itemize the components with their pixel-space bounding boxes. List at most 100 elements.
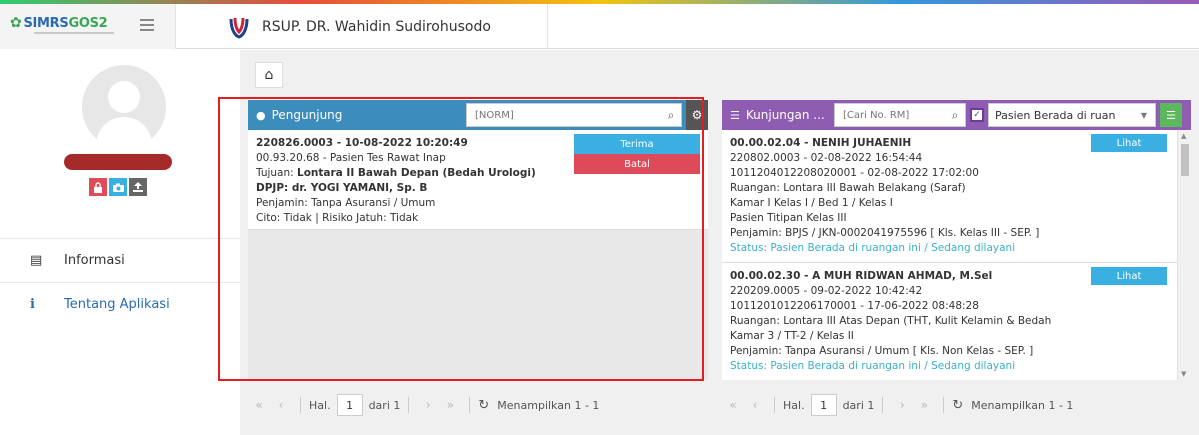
page-label: Hal. [309,398,331,412]
list-icon: ☰ [730,108,740,122]
divider [882,397,884,413]
norm-search: ⌕ [466,103,682,127]
status-filter-value: Pasien Berada di ruan [995,108,1116,122]
last-page-icon[interactable]: » [913,398,935,412]
next-page-icon[interactable]: › [891,398,913,412]
panel-title-text: Pengunjung [271,108,343,122]
search-icon[interactable]: ⌕ [945,108,965,123]
penjamin-line: Penjamin: BPJS / JKN-0002041975596 [ Kls… [730,227,1040,239]
first-page-icon[interactable]: « [248,398,270,412]
norm-search-input[interactable] [467,104,661,126]
divider [300,397,301,413]
ruangan-line: Ruangan: Lontara III Atas Depan (THT, Ku… [730,315,1052,327]
kamar-line: Kamar I Kelas I / Bed 1 / Kelas I [730,197,893,209]
kunjungan-card: 00.00.02.04 - NENIH JUHAENIH 220802.0003… [722,130,1191,263]
user-avatar [82,65,166,149]
sidebar-item-label: Informasi [64,253,125,268]
rm-search-input[interactable] [835,104,945,126]
page-total: dari 1 [368,398,401,412]
registration-line: 220802.0003 - 02-08-2022 16:54:44 [730,152,923,164]
status-line: Status: Pasien Berada di ruangan ini / S… [730,242,1016,254]
first-page-icon[interactable]: « [722,398,744,412]
sidebar-item-tentang-aplikasi[interactable]: i Tentang Aplikasi [0,282,240,326]
kunjungan-card: 00.00.02.30 - A MUH RIDWAN AHMAD, M.Sel … [722,263,1191,380]
divider [469,397,471,413]
upload-icon[interactable] [129,178,147,196]
filter-checkbox[interactable]: ✓ [970,108,984,122]
tujuan-label: Tujuan: [256,167,298,179]
next-page-icon[interactable]: › [417,398,439,412]
kamar-line: Kamar 3 / TT-2 / Kelas II [730,330,854,342]
sidebar-menu: ▤ Informasi i Tentang Aplikasi [0,238,240,326]
menu-toggle-icon[interactable] [140,19,154,33]
cito-line: Cito: Tidak | Risiko Jatuh: Tidak [256,212,419,224]
list-view-button[interactable]: ☰ [1160,103,1182,127]
refresh-icon[interactable]: ↻ [478,398,489,413]
user-name-redacted [64,154,172,170]
scroll-up-icon[interactable]: ▲ [1181,132,1186,140]
page-number-input[interactable]: 1 [810,394,837,416]
user-icon: ● [256,108,266,122]
logo-mark-icon: ✿ [10,15,22,31]
logo-text-suffix: GOS2 [68,16,108,31]
titipan-line: Pasien Titipan Kelas III [730,212,847,224]
search-icon[interactable]: ⌕ [661,108,681,123]
penjamin-line: Penjamin: Tanpa Asuransi / Umum [256,197,436,209]
status-filter-select[interactable]: Pasien Berada di ruan ▼ [988,103,1156,127]
list-icon: ☰ [1166,108,1176,122]
sidebar: ▤ Informasi i Tentang Aplikasi [0,50,240,435]
lock-icon[interactable] [89,178,107,196]
kunjungan-title: ☰ Kunjungan ... [722,108,832,122]
page-label: Hal. [783,398,805,412]
rm-search: ⌕ [834,103,966,127]
avatar-actions [89,178,147,196]
tujuan-value: Lontara II Bawah Depan (Bedah Urologi) [297,167,536,179]
kunjungan-pager: « ‹ Hal. 1 dari 1 › » ↻ Menampilkan 1 - … [722,390,1199,420]
kunjungan-header: ☰ Kunjungan ... ⌕ ✓ Pasien Berada di rua… [722,100,1191,130]
hospital-title: RSUP. DR. Wahidin Sudirohusodo [228,14,491,40]
page-number-input[interactable]: 1 [336,394,363,416]
pengunjung-pager: « ‹ Hal. 1 dari 1 › » ↻ Menampilkan 1 - … [248,390,720,420]
chevron-down-icon: ▼ [1140,110,1147,120]
hospital-logo-icon [229,17,249,39]
lihat-button[interactable]: Lihat [1091,267,1167,285]
camera-icon[interactable] [109,178,127,196]
prev-page-icon[interactable]: ‹ [270,398,292,412]
app-logo[interactable]: ✿ SIMRSGOS2 [10,15,108,31]
prev-page-icon[interactable]: ‹ [744,398,766,412]
sidebar-item-informasi[interactable]: ▤ Informasi [0,238,240,282]
home-button[interactable]: ⌂ [255,62,283,88]
home-icon: ⌂ [264,67,274,83]
panel-title-text: Kunjungan ... [745,108,825,122]
lihat-button[interactable]: Lihat [1091,134,1167,152]
info-icon: i [30,297,35,312]
divider [943,397,945,413]
divider [408,397,410,413]
pengunjung-header: ● Pengunjung ⌕ ⚙ [248,100,708,130]
newspaper-icon: ▤ [30,253,43,268]
status-line: Status: Pasien Berada di ruangan ini / S… [730,360,1016,372]
terima-button[interactable]: Terima [574,134,700,154]
divider [774,397,775,413]
pengunjung-panel: ● Pengunjung ⌕ ⚙ 220826.0003 - 10-08-202… [248,100,708,380]
main-content: ⌂ ● Pengunjung ⌕ ⚙ 220826.0003 - 10-08-2… [240,50,1199,435]
hospital-name: RSUP. DR. Wahidin Sudirohusodo [262,19,491,35]
registration-line: 220209.0005 - 09-02-2022 10:42:42 [730,285,923,297]
list-scrollbar[interactable]: ▲ ▼ [1177,130,1191,380]
kunjungan-list: 00.00.02.04 - NENIH JUHAENIH 220802.0003… [722,130,1191,380]
ruangan-line: Ruangan: Lontara III Bawah Belakang (Sar… [730,182,966,194]
scroll-down-icon[interactable]: ▼ [1181,370,1186,378]
scroll-thumb[interactable] [1181,144,1189,176]
header-right-area [547,4,1199,49]
last-page-icon[interactable]: » [439,398,461,412]
kunjungan-panel: ☰ Kunjungan ... ⌕ ✓ Pasien Berada di rua… [722,100,1191,380]
penjamin-line: Penjamin: Tanpa Asuransi / Umum [ Kls. N… [730,345,1034,357]
paging-info: Menampilkan 1 - 1 [971,398,1074,412]
pengunjung-card: 220826.0003 - 10-08-2022 10:20:49 00.93.… [248,130,708,230]
gear-icon[interactable]: ⚙ [686,100,708,130]
logo-text: SIMRS [23,16,69,31]
logo-area: ✿ SIMRSGOS2 [0,4,176,49]
refresh-icon[interactable]: ↻ [952,398,963,413]
visit-line: 1011201012206170001 - 17-06-2022 08:48:2… [730,300,979,312]
batal-button[interactable]: Batal [574,154,700,174]
